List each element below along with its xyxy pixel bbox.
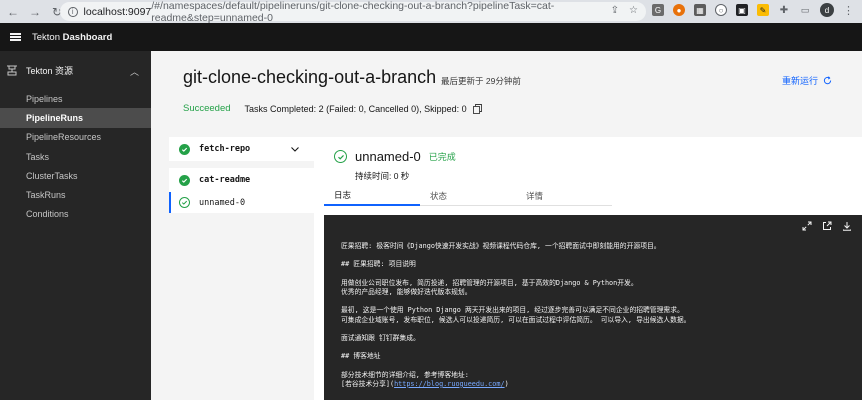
back-icon[interactable]: ← (4, 3, 22, 21)
log-line: ## 匠果招聘: 项目说明 (341, 260, 416, 269)
maximize-icon[interactable] (802, 221, 812, 231)
step-duration: 持续时间: 0 秒 (355, 171, 410, 181)
tekton-resources-icon (7, 65, 17, 76)
log-line: 最初, 这是一个使用 Python Django 两天开发出来的项目, 经过逐步… (341, 306, 684, 315)
log-panel: 匠果招聘: 极客时间《Django快速开发实战》视频课程代码仓库, 一个招聘面试… (324, 215, 862, 400)
tab-logs[interactable]: 日志 (324, 186, 420, 206)
download-icon[interactable] (842, 221, 852, 231)
step-tabs: 日志 状态 详情 (324, 186, 612, 206)
site-info-icon[interactable]: i (68, 6, 78, 17)
extension-circle-icon[interactable]: ○ (715, 4, 727, 16)
log-toolbar (802, 221, 852, 231)
url-path: /#/namespaces/default/pipelineruns/git-c… (151, 0, 555, 24)
run-status-line: Succeeded Tasks Completed: 2 (Failed: 0,… (183, 103, 482, 114)
chevron-down-icon[interactable] (290, 144, 300, 154)
rerun-label: 重新运行 (781, 76, 818, 86)
brand-name: Dashboard (62, 31, 113, 43)
log-line: 优秀的产品经理, 能够做好迭代版本规划。 (341, 287, 472, 296)
task-name: fetch-repo (199, 144, 251, 154)
log-line: 用做创业公司职位发布, 简历投递, 招聘管理的开源项目, 基于高效的Django… (341, 278, 638, 287)
extension-cookie-icon[interactable]: ● (673, 4, 685, 16)
step-success-icon (179, 197, 190, 208)
last-updated: 最后更新于 29分钟前 (441, 76, 521, 86)
extensions-puzzle-icon[interactable]: ✚ (778, 4, 790, 16)
sidebar: Tekton 资源 ︿ Pipelines PipelineRuns Pipel… (0, 51, 151, 400)
task-tree: fetch-repo cat-readme unnamed-0 (169, 137, 314, 213)
sidebar-section-header[interactable]: Tekton 资源 ︿ (0, 51, 151, 89)
task-name: cat-readme (199, 175, 251, 185)
page-title: git-clone-checking-out-a-branch (183, 67, 437, 87)
sidebar-item-pipelineresources[interactable]: PipelineResources (0, 128, 151, 147)
copy-icon[interactable] (472, 103, 482, 114)
success-check-icon (179, 174, 190, 186)
log-line: 匠果招聘: 极客时间《Django快速开发实战》视频课程代码仓库, 一个招聘面试… (341, 242, 661, 250)
main-content: git-clone-checking-out-a-branch 最后更新于 29… (151, 51, 862, 400)
browser-toolbar: ← → ↻ i localhost:9097/#/namespaces/defa… (0, 0, 862, 24)
task-cat-readme[interactable]: cat-readme (169, 168, 314, 192)
step-unnamed-0[interactable]: unnamed-0 (169, 192, 314, 213)
forward-icon[interactable]: → (26, 3, 44, 21)
profile-avatar[interactable]: d (820, 3, 834, 17)
log-link-line: [若谷技术分享](https://blog.ruogueedu.com/) (341, 380, 851, 389)
log-output: 匠果招聘: 极客时间《Django快速开发实战》视频课程代码仓库, 一个招聘面试… (341, 242, 851, 389)
bookmark-star-icon[interactable]: ☆ (629, 5, 638, 16)
extension-g-icon[interactable]: G (652, 4, 664, 16)
step-header: unnamed-0 已完成 (334, 149, 456, 164)
step-status-label: 已完成 (428, 152, 456, 162)
log-line: 可集成企业域账号, 发布职位, 候选人可以投递简历, 可以在面试过程中评估简历。… (341, 315, 691, 324)
extension-box-icon[interactable]: ▣ (736, 4, 748, 16)
log-line: ## 博客地址 (341, 352, 381, 361)
blog-link[interactable]: https://blog.ruogueedu.com/ (394, 380, 505, 388)
tab-details[interactable]: 详情 (516, 186, 612, 206)
share-icon[interactable]: ⇪ (611, 5, 619, 16)
step-details: unnamed-0 已完成 持续时间: 0 秒 日志 状态 详情 匠果招聘: 极… (314, 137, 862, 400)
step-title: unnamed-0 (355, 149, 421, 164)
url-host: localhost:9097 (83, 5, 152, 18)
sidebar-item-conditions[interactable]: Conditions (0, 205, 151, 224)
hamburger-menu-icon[interactable] (0, 32, 30, 43)
sidepanel-icon[interactable]: ▭ (799, 4, 811, 16)
tab-status[interactable]: 状态 (420, 186, 516, 206)
extension-grid-icon[interactable]: ▦ (694, 4, 706, 16)
rerun-button[interactable]: 重新运行 (782, 74, 832, 87)
step-success-icon (334, 150, 347, 163)
log-line: 部分技术细节的详细介绍, 参考博客地址: (341, 370, 469, 379)
log-link-prefix: [若谷技术分享]( (341, 379, 395, 388)
browser-menu-icon[interactable]: ⋮ (843, 4, 854, 17)
sidebar-section-title: Tekton 资源 (26, 65, 74, 76)
open-external-icon[interactable] (822, 221, 832, 231)
address-bar[interactable]: i localhost:9097/#/namespaces/default/pi… (60, 0, 646, 24)
tasks-summary: Tasks Completed: 2 (Failed: 0, Cancelled… (244, 103, 467, 114)
log-link-suffix: ) (504, 379, 509, 388)
chevron-up-icon[interactable]: ︿ (130, 65, 139, 78)
step-name: unnamed-0 (199, 197, 246, 208)
app-header: Tekton Dashboard (0, 23, 862, 51)
brand-prefix: Tekton (32, 31, 60, 43)
rerun-icon (823, 76, 832, 85)
task-fetch-repo[interactable]: fetch-repo (169, 137, 314, 161)
status-badge: Succeeded (183, 103, 231, 114)
extension-pen-icon[interactable]: ✎ (757, 4, 769, 16)
app-brand[interactable]: Tekton Dashboard (32, 32, 112, 43)
sidebar-item-pipelineruns[interactable]: PipelineRuns (0, 108, 151, 128)
sidebar-item-taskruns[interactable]: TaskRuns (0, 185, 151, 204)
sidebar-item-pipelines[interactable]: Pipelines (0, 89, 151, 108)
sidebar-item-clustertasks[interactable]: ClusterTasks (0, 166, 151, 185)
log-line: 面试通知跟 钉钉群集成。 (341, 333, 420, 342)
sidebar-item-tasks[interactable]: Tasks (0, 147, 151, 166)
success-check-icon (179, 143, 190, 155)
